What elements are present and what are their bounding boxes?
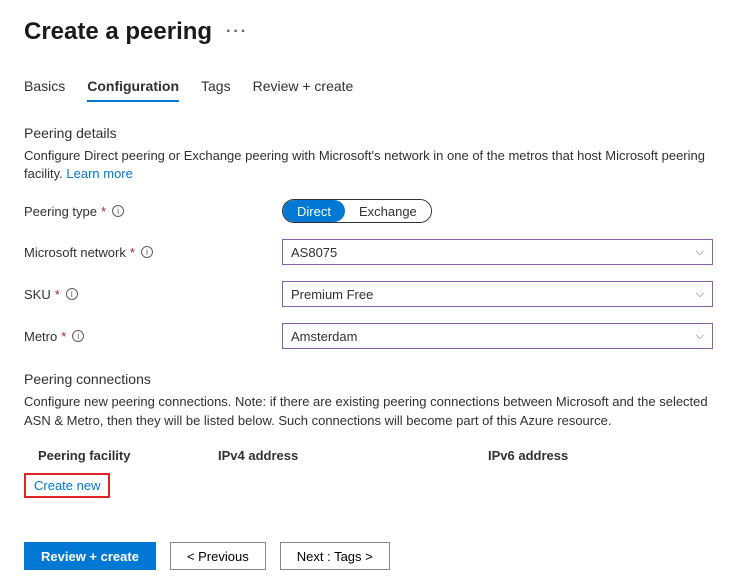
previous-button[interactable]: < Previous xyxy=(170,542,266,570)
peering-details-description: Configure Direct peering or Exchange pee… xyxy=(24,147,713,183)
required-indicator: * xyxy=(101,204,106,219)
next-button[interactable]: Next : Tags > xyxy=(280,542,390,570)
microsoft-network-value: AS8075 xyxy=(291,245,337,260)
peering-details-heading: Peering details xyxy=(24,125,713,141)
peering-connections-heading: Peering connections xyxy=(24,371,713,387)
microsoft-network-select[interactable]: AS8075 ⌵ xyxy=(282,239,713,265)
peering-type-toggle[interactable]: Direct Exchange xyxy=(282,199,432,223)
create-new-link[interactable]: Create new xyxy=(24,473,110,498)
peering-type-exchange[interactable]: Exchange xyxy=(345,200,431,222)
label-microsoft-network: Microsoft network * i xyxy=(24,245,282,260)
more-actions-icon[interactable]: ··· xyxy=(226,23,248,41)
tab-bar: Basics Configuration Tags Review + creat… xyxy=(24,78,713,103)
tab-basics[interactable]: Basics xyxy=(24,78,65,102)
required-indicator: * xyxy=(61,329,66,344)
peering-type-direct[interactable]: Direct xyxy=(283,200,345,222)
chevron-down-icon: ⌵ xyxy=(696,288,704,301)
review-create-button[interactable]: Review + create xyxy=(24,542,156,570)
required-indicator: * xyxy=(130,245,135,260)
col-ipv4-address: IPv4 address xyxy=(218,448,488,463)
row-metro: Metro * i Amsterdam ⌵ xyxy=(24,323,713,349)
page-title-text: Create a peering xyxy=(24,18,212,46)
sku-select[interactable]: Premium Free ⌵ xyxy=(282,281,713,307)
sku-value: Premium Free xyxy=(291,287,373,302)
tab-configuration[interactable]: Configuration xyxy=(87,78,179,102)
tab-tags[interactable]: Tags xyxy=(201,78,231,102)
metro-select[interactable]: Amsterdam ⌵ xyxy=(282,323,713,349)
tab-review-create[interactable]: Review + create xyxy=(253,78,354,102)
row-sku: SKU * i Premium Free ⌵ xyxy=(24,281,713,307)
label-sku: SKU * i xyxy=(24,287,282,302)
metro-value: Amsterdam xyxy=(291,329,357,344)
info-icon[interactable]: i xyxy=(112,205,124,217)
required-indicator: * xyxy=(55,287,60,302)
chevron-down-icon: ⌵ xyxy=(696,246,704,259)
footer-actions: Review + create < Previous Next : Tags > xyxy=(24,542,390,570)
label-peering-type: Peering type * i xyxy=(24,204,282,219)
chevron-down-icon: ⌵ xyxy=(696,330,704,343)
row-microsoft-network: Microsoft network * i AS8075 ⌵ xyxy=(24,239,713,265)
connections-table-header: Peering facility IPv4 address IPv6 addre… xyxy=(24,448,713,463)
label-metro: Metro * i xyxy=(24,329,282,344)
info-icon[interactable]: i xyxy=(72,330,84,342)
row-peering-type: Peering type * i Direct Exchange xyxy=(24,199,713,223)
page-title: Create a peering ··· xyxy=(24,18,713,46)
col-peering-facility: Peering facility xyxy=(38,448,218,463)
learn-more-link[interactable]: Learn more xyxy=(66,166,132,181)
col-ipv6-address: IPv6 address xyxy=(488,448,688,463)
info-icon[interactable]: i xyxy=(141,246,153,258)
peering-connections-description: Configure new peering connections. Note:… xyxy=(24,393,713,429)
info-icon[interactable]: i xyxy=(66,288,78,300)
